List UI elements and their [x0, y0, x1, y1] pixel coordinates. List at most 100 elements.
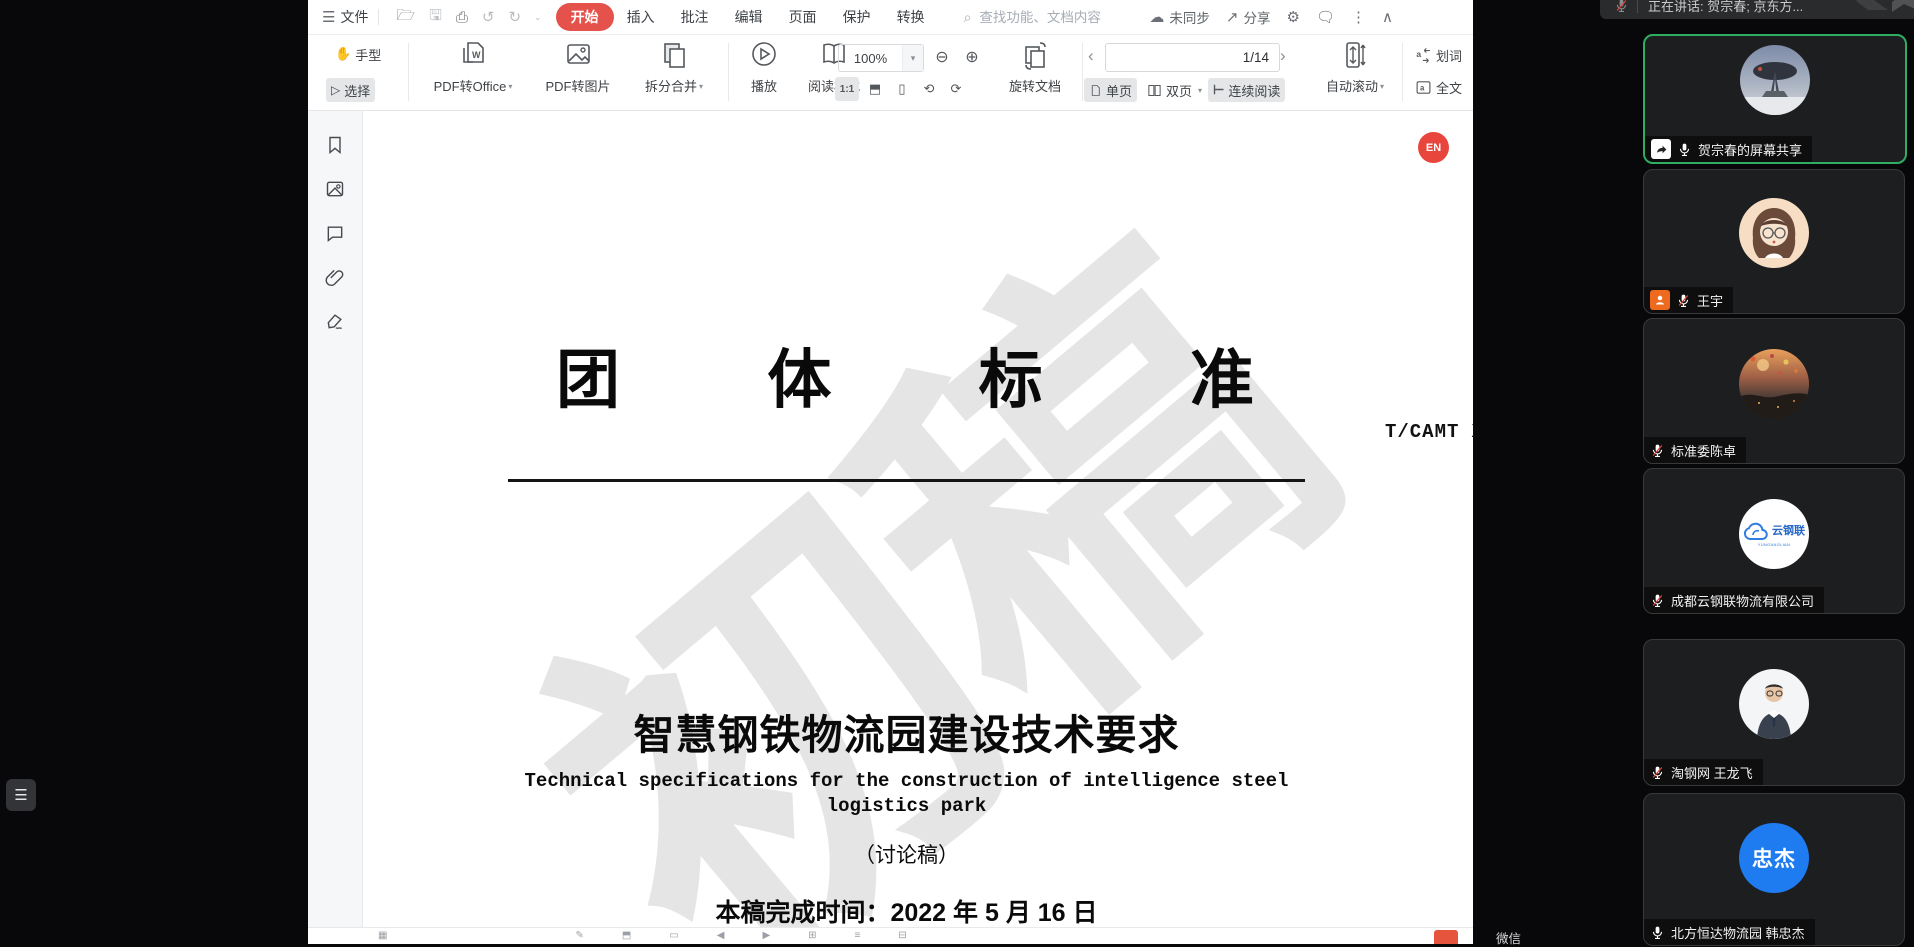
- zoom-level-value: 100%: [839, 51, 902, 66]
- split-merge-icon: [659, 39, 689, 73]
- mic-muted-icon: [1614, 0, 1629, 13]
- floating-badge-icon[interactable]: EN: [1418, 132, 1449, 163]
- pdf-page[interactable]: 初稿 团体标准 T/CAMT XXX-XXXX 智慧钢铁物流园建设技术要求 Te…: [363, 111, 1473, 944]
- comment-icon[interactable]: [325, 223, 345, 243]
- continuous-reading-label: 连续阅读: [1228, 81, 1280, 100]
- tab-home[interactable]: 开始: [556, 3, 614, 31]
- mic-muted-icon: [1650, 443, 1665, 458]
- bookmark-icon[interactable]: [325, 135, 345, 155]
- status-icon[interactable]: ▶: [762, 930, 770, 941]
- zoom-caret-icon: ▾: [902, 45, 923, 71]
- status-icon[interactable]: ⊟: [898, 930, 906, 941]
- open-folder-icon[interactable]: 🗁: [396, 5, 415, 30]
- single-page-button[interactable]: 单页: [1084, 78, 1137, 102]
- full-text-translate-button[interactable]: a 全文: [1410, 75, 1467, 99]
- status-icon[interactable]: ▦: [378, 930, 387, 941]
- cloud-logo-icon: [1743, 522, 1769, 542]
- split-merge-button[interactable]: 拆分合并▾: [628, 39, 720, 95]
- auto-scroll-icon: [1342, 39, 1368, 73]
- initials-avatar: 忠杰: [1739, 823, 1809, 893]
- pdf-to-office-button[interactable]: W PDF转Office▾: [420, 39, 526, 95]
- continuous-reading-icon: ⊢: [1213, 82, 1224, 98]
- status-icon[interactable]: ✎: [575, 930, 583, 941]
- next-page-icon[interactable]: ›: [1280, 46, 1286, 66]
- feedback-chat-icon[interactable]: 🗨: [1316, 8, 1335, 26]
- previous-page-icon[interactable]: ‹: [1088, 46, 1094, 66]
- mic-on-icon: [1650, 925, 1665, 940]
- continuous-reading-button[interactable]: ⊢ 连续阅读: [1208, 78, 1285, 102]
- settings-gear-icon[interactable]: ⚙: [1286, 8, 1299, 26]
- company-logo: 云钢联 YUNGANGLIAN: [1739, 499, 1809, 569]
- pdf-to-image-button[interactable]: PDF转图片: [532, 39, 624, 95]
- signature-pen-icon[interactable]: [325, 311, 345, 331]
- document-title-en-line2: logistics park: [508, 795, 1305, 817]
- search-box[interactable]: ⌕: [964, 9, 1132, 26]
- share-icon: ↗: [1226, 8, 1239, 26]
- redo-icon[interactable]: ↻: [508, 8, 521, 26]
- hamburger-menu[interactable]: ☰ 文件: [322, 7, 368, 27]
- split-merge-label: 拆分合并: [645, 79, 697, 94]
- fit-width-icon[interactable]: ▯: [890, 77, 914, 101]
- search-input[interactable]: [977, 9, 1131, 26]
- share-button[interactable]: ↗ 分享: [1226, 7, 1271, 27]
- more-actions-caret-icon[interactable]: ⌄: [534, 12, 542, 23]
- status-icon[interactable]: ≡: [855, 930, 861, 941]
- wechat-window-title[interactable]: 微信: [1496, 928, 1521, 947]
- more-menu-icon[interactable]: ⋮: [1351, 8, 1366, 26]
- avatar: [1740, 45, 1810, 115]
- status-icon[interactable]: ◀: [717, 930, 725, 941]
- tab-edit[interactable]: 编辑: [722, 7, 776, 27]
- rotate-right-icon[interactable]: ⟳: [944, 77, 968, 101]
- rotate-left-icon[interactable]: ⟲: [917, 77, 941, 101]
- meeting-dock-widget[interactable]: ☰: [6, 779, 36, 811]
- participant-tile[interactable]: 王宇: [1643, 169, 1905, 314]
- zoom-in-icon[interactable]: ⊕: [960, 45, 984, 69]
- actual-size-icon[interactable]: 1:1: [835, 77, 859, 101]
- window-fold-icon[interactable]: [1854, 0, 1888, 14]
- hand-tool-button[interactable]: ✋ 手型: [330, 42, 386, 66]
- participant-tile[interactable]: 忠杰 北方恒达物流园 韩忠杰: [1643, 793, 1905, 946]
- word-translate-button[interactable]: a 划词: [1410, 43, 1467, 67]
- screen-share-badge-icon: [1651, 139, 1671, 159]
- participant-tile[interactable]: 标准委陈卓: [1643, 318, 1905, 464]
- participant-tile[interactable]: 云钢联 YUNGANGLIAN 成都云钢联物流有限公司: [1643, 468, 1905, 614]
- status-bar: ▦ ✎ ⬒ ▭ ◀ ▶ ⊞ ≡ ⊟: [308, 927, 1473, 944]
- participant-tile[interactable]: 淘钢网 王龙飞: [1643, 639, 1905, 786]
- standard-code: T/CAMT XXX-XXXX: [1385, 421, 1473, 443]
- collapse-ribbon-icon[interactable]: ∧: [1382, 8, 1393, 26]
- page-indicator[interactable]: 1/14: [1105, 43, 1280, 72]
- double-page-label: 双页: [1166, 81, 1192, 100]
- zoom-level-select[interactable]: 100% ▾: [838, 44, 924, 72]
- double-page-button[interactable]: 双页▾: [1142, 78, 1207, 102]
- rotate-document-button[interactable]: 旋转文档: [996, 39, 1074, 95]
- pdf-to-image-icon: [563, 39, 593, 73]
- tab-comment[interactable]: 批注: [668, 7, 722, 27]
- window-fold-icon[interactable]: [1892, 0, 1914, 14]
- tab-page[interactable]: 页面: [776, 7, 830, 27]
- undo-icon[interactable]: ↺: [482, 8, 495, 26]
- select-tool-button[interactable]: ▷ 选择: [326, 78, 375, 102]
- search-icon: ⌕: [964, 9, 972, 26]
- participant-name: 王宇: [1697, 291, 1723, 310]
- save-icon[interactable]: 🖫: [429, 5, 442, 30]
- status-icon[interactable]: ▭: [669, 930, 678, 941]
- tab-protect[interactable]: 保护: [830, 7, 884, 27]
- zoom-out-icon[interactable]: ⊖: [930, 45, 954, 69]
- fit-page-icon[interactable]: ⬒: [863, 77, 887, 101]
- attachment-icon[interactable]: [325, 267, 345, 287]
- participant-tile[interactable]: 贺宗春的屏幕共享: [1643, 34, 1907, 164]
- tab-insert[interactable]: 插入: [614, 7, 668, 27]
- sync-status[interactable]: ☁ 未同步: [1149, 7, 1210, 27]
- status-icon[interactable]: ⬒: [622, 930, 631, 941]
- speaking-banner: 正在讲话: 贺宗春; 京东方...: [1600, 0, 1914, 19]
- auto-scroll-button[interactable]: 自动滚动▾: [1312, 39, 1398, 95]
- play-button[interactable]: 播放: [736, 39, 792, 95]
- image-icon[interactable]: [325, 179, 345, 199]
- print-icon[interactable]: ⎙: [456, 9, 468, 26]
- hand-icon: ✋: [335, 46, 351, 62]
- tab-convert[interactable]: 转换: [884, 7, 938, 27]
- status-icon[interactable]: ⊞: [808, 930, 816, 941]
- mic-on-icon: [1677, 142, 1692, 157]
- speaking-banner-text: 正在讲话: 贺宗春; 京东方...: [1648, 0, 1803, 15]
- taskbar-app-icon[interactable]: [1434, 930, 1458, 944]
